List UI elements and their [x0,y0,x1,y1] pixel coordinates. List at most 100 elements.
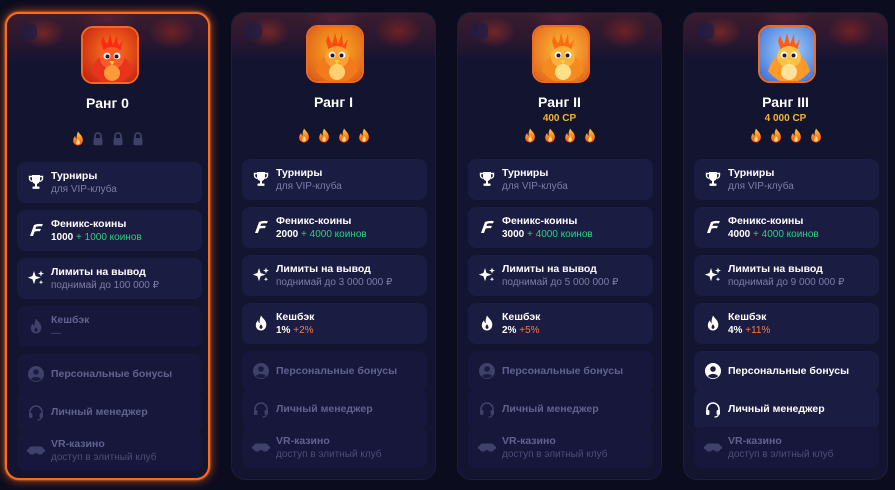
feature-value: 1000 + 1000 коинов [51,232,142,243]
rank-card-2[interactable]: Ранг II 400 CP Турниры для VIP-клуба Фен… [457,12,662,480]
feature-cashback[interactable]: Кешбэк 1% +2% [242,303,427,344]
feature-title: Феникс-коины [502,215,578,227]
rank-points: 400 CP [542,113,577,124]
feature-subtitle: поднимай до 5 000 000 ₽ [502,277,619,288]
feature-personal-manager[interactable]: Личный менеджер [242,389,427,430]
card-corner-badge [472,23,488,39]
headset-icon [27,403,45,421]
feature-vr-casino[interactable]: VR-казино доступ в элитный клуб [694,427,879,468]
feature-title: Личный менеджер [728,403,825,415]
feature-title: Турниры [728,167,775,179]
feature-title: VR-казино [51,438,105,450]
feature-title: Феникс-коины [728,215,804,227]
feature-subtitle: поднимай до 100 000 ₽ [51,280,159,291]
feature-phoenix-coins[interactable]: Феникс-коины 2000 + 4000 коинов [242,207,427,248]
flame-icon [543,128,557,143]
feature-title: Персональные бонусы [502,365,624,377]
cashback-bonus: +2% [293,325,314,336]
cashback-percent: 4% [728,325,743,336]
feature-title: Кешбэк [276,311,315,323]
feature-withdraw-limits[interactable]: Лимиты на вывод поднимай до 100 000 ₽ [17,258,202,299]
feature-title: Кешбэк [51,314,90,326]
feature-tournaments[interactable]: Турниры для VIP-клуба [694,159,879,200]
feature-tournaments[interactable]: Турниры для VIP-клуба [468,159,653,200]
feature-personal-bonuses[interactable]: Персональные бонусы [468,351,653,392]
feature-cashback[interactable]: Кешбэк 4% +11% [694,303,879,344]
feature-phoenix-coins[interactable]: Феникс-коины 4000 + 4000 коинов [694,207,879,248]
feature-title: Персональные бонусы [728,365,850,377]
trophy-icon [252,170,270,188]
user-icon [27,365,45,383]
coins-bonus: + 4000 коинов [527,229,593,240]
feature-title: VR-казино [276,435,330,447]
card-corner-badge [246,23,262,39]
cashback-flame-icon [27,317,45,335]
user-icon [478,362,496,380]
feature-withdraw-limits[interactable]: Лимиты на вывод поднимай до 5 000 000 ₽ [468,255,653,296]
feature-subtitle: для VIP-клуба [502,181,568,192]
feature-vr-casino[interactable]: VR-казино доступ в элитный клуб [17,430,202,471]
feature-phoenix-coins[interactable]: Феникс-коины 1000 + 1000 коинов [17,210,202,251]
feature-title: Турниры [276,167,323,179]
cashback-flame-icon [704,314,722,332]
feature-personal-bonuses[interactable]: Персональные бонусы [17,354,202,395]
feature-phoenix-coins[interactable]: Феникс-коины 3000 + 4000 коинов [468,207,653,248]
lock-icon [93,132,102,146]
cashback-flame-icon [478,314,496,332]
lock-icon [133,132,142,146]
rank-flames [232,128,435,143]
feature-cashback[interactable]: Кешбэк 2% +5% [468,303,653,344]
rank-card-0[interactable]: Ранг 0 Турниры для VIP-клуба Феникс-коин… [5,12,210,480]
feature-title: Личный менеджер [502,403,599,415]
rank-card-3[interactable]: Ранг III 4 000 CP Турниры для VIP-клуба … [683,12,888,480]
trophy-icon [478,170,496,188]
cashback-flame-icon [252,314,270,332]
flame-icon [338,128,349,143]
feature-vr-casino[interactable]: VR-казино доступ в элитный клуб [242,427,427,468]
feature-title: Турниры [502,167,549,179]
flame-icon [790,128,801,143]
feature-personal-bonuses[interactable]: Персональные бонусы [242,351,427,392]
feature-tournaments[interactable]: Турниры для VIP-клуба [17,162,202,203]
feature-personal-manager[interactable]: Личный менеджер [468,389,653,430]
rank-flames [458,128,661,143]
lock-icon [113,132,122,146]
feature-subtitle: для VIP-клуба [276,181,342,192]
feature-cashback[interactable]: Кешбэк — [17,306,202,347]
feature-value: 3000 + 4000 коинов [502,229,593,240]
trophy-icon [704,170,722,188]
feature-title: Персональные бонусы [276,365,398,377]
rank-title: Ранг II [538,94,581,110]
coins-amount: 1000 [51,232,74,243]
feature-tournaments[interactable]: Турниры для VIP-клуба [242,159,427,200]
rank-avatar-phoenix [306,25,364,83]
feature-value: 4000 + 4000 коинов [728,229,819,240]
flame-icon [770,128,781,143]
flame-icon [769,128,783,143]
flame-icon [318,128,329,143]
feature-withdraw-limits[interactable]: Лимиты на вывод поднимай до 3 000 000 ₽ [242,255,427,296]
feature-subtitle: поднимай до 3 000 000 ₽ [276,277,393,288]
phoenix-coin-icon [478,218,496,236]
phoenix-coin-icon [252,218,270,236]
trophy-icon [27,173,45,191]
phoenix-coin-icon [27,221,45,239]
rank-card-1[interactable]: Ранг I Турниры для VIP-клуба Феникс-коин… [231,12,436,480]
cashback-percent: 1% [276,325,291,336]
card-corner-badge [21,24,37,40]
flame-icon [297,128,311,143]
rank-flames [684,128,887,143]
card-corner-badge [698,23,714,39]
feature-value: 1% +2% [276,325,314,336]
flame-icon [71,131,85,146]
feature-personal-manager[interactable]: Личный менеджер [17,392,202,433]
flame-icon [544,128,555,143]
feature-vr-casino[interactable]: VR-казино доступ в элитный клуб [468,427,653,468]
flame-icon [583,128,597,143]
feature-personal-bonuses[interactable]: Персональные бонусы [694,351,879,392]
headset-icon [478,400,496,418]
feature-withdraw-limits[interactable]: Лимиты на вывод поднимай до 9 000 000 ₽ [694,255,879,296]
feature-subtitle: для VIP-клуба [728,181,794,192]
feature-personal-manager[interactable]: Личный менеджер [694,389,879,430]
feature-subtitle: поднимай до 9 000 000 ₽ [728,277,845,288]
